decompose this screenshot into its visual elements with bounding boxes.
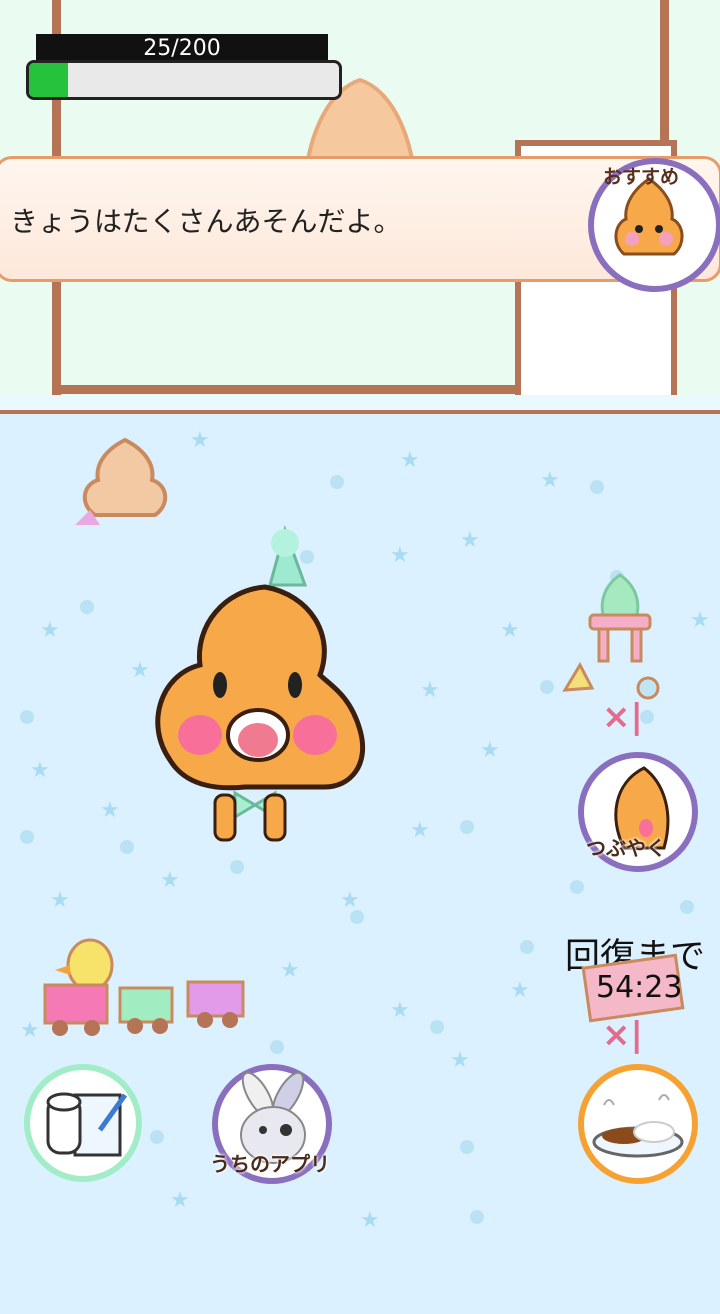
toy-count-mark: ×|: [602, 697, 643, 737]
food-count-mark: ×|: [602, 1015, 643, 1055]
recovery-time: 54:23: [596, 970, 683, 1005]
notebook-icon: [46, 1092, 128, 1157]
chair-icon[interactable]: [585, 570, 655, 665]
level-progress-fill: [29, 63, 68, 97]
our-apps-label: うちのアプリ: [210, 1152, 330, 1176]
message-text: きょうはたくさんあそんだよ。: [10, 205, 402, 238]
recommend-label: おすすめ: [603, 166, 680, 188]
food-button[interactable]: [578, 1064, 698, 1184]
poop-character[interactable]: [135, 525, 375, 855]
curry-icon: [592, 1094, 684, 1158]
duck-train-icon: [43, 938, 245, 1036]
poop-plush-toy[interactable]: [70, 435, 180, 535]
notebook-button[interactable]: [24, 1064, 142, 1182]
toy-pieces: [562, 661, 660, 700]
level-progress-bar: [26, 60, 342, 100]
tweet-label: つぶやく: [586, 836, 666, 860]
